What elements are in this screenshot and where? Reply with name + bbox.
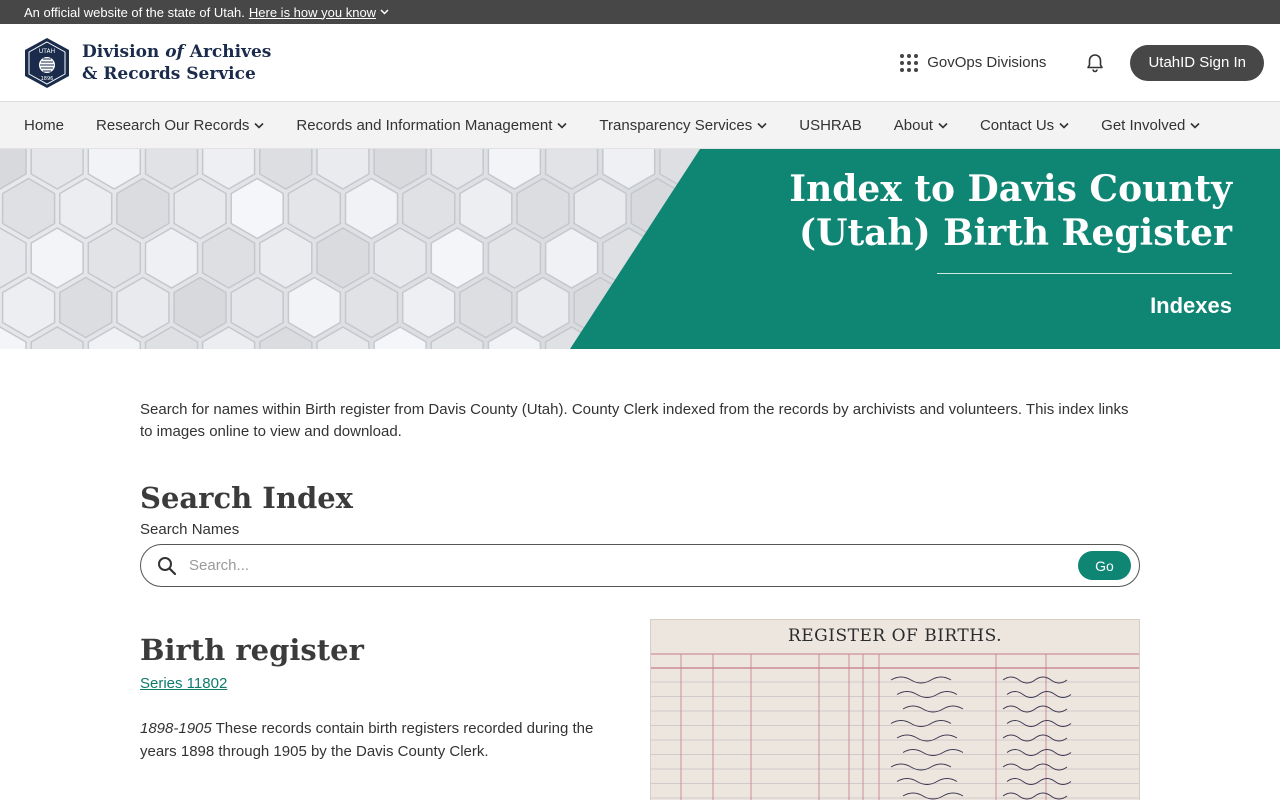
nav-item-label: About <box>893 116 933 134</box>
grid-dots-icon <box>900 53 919 72</box>
chevron-down-icon <box>254 122 264 129</box>
record-info: Birth register Series 11802 1898-1905 Th… <box>140 633 610 763</box>
search-input[interactable] <box>189 557 1078 574</box>
hero-banner: Index to Davis County (Utah) Birth Regis… <box>0 149 1280 349</box>
page-title: Index to Davis County (Utah) Birth Regis… <box>672 167 1232 255</box>
nav-item-label: USHRAB <box>799 116 862 134</box>
search-index-heading: Search Index <box>140 481 353 515</box>
logo-line-records: & Records Service <box>82 63 256 84</box>
series-link[interactable]: Series 11802 <box>140 675 227 692</box>
chevron-down-icon <box>757 122 767 129</box>
date-range: 1898-1905 <box>140 720 212 737</box>
search-bar: Go <box>140 544 1140 587</box>
search-icon <box>158 556 177 575</box>
nav-item-get-involved[interactable]: Get Involved <box>1101 117 1200 134</box>
chevron-down-icon <box>1059 122 1069 129</box>
nav-item-ushrab[interactable]: USHRAB <box>799 117 862 134</box>
nav-item-about[interactable]: About <box>894 117 948 134</box>
intro-paragraph: Search for names within Birth register f… <box>140 401 1129 440</box>
go-button[interactable]: Go <box>1078 551 1131 580</box>
main-nav: Home Research Our Records Records and Info… <box>0 102 1280 149</box>
svg-text:UTAH: UTAH <box>39 48 55 55</box>
site-header: UTAH 1896 Division of Archives & Records… <box>0 24 1280 102</box>
chevron-down-icon <box>380 9 389 15</box>
page-category: Indexes <box>1150 293 1232 318</box>
nav-item-label: Contact Us <box>979 116 1055 134</box>
official-website-text: An official website of the state of Utah… <box>24 4 245 20</box>
birth-register-heading: Birth register <box>140 633 364 667</box>
register-image-title: REGISTER OF BIRTHS. <box>787 626 1003 646</box>
chevron-down-icon <box>557 122 567 129</box>
header-actions: GovOps Divisions UtahID Sign In <box>900 44 1264 81</box>
utah-seal-icon: UTAH 1896 <box>25 37 69 88</box>
official-website-banner: An official website of the state of Utah… <box>0 0 1280 24</box>
search-names-label: Search Names <box>140 521 240 538</box>
nav-item-records-and-information-management[interactable]: Records and Information Management <box>296 117 567 134</box>
govops-divisions-label: GovOps Divisions <box>927 54 1047 71</box>
bell-icon[interactable] <box>1084 52 1106 74</box>
register-of-births-image[interactable]: REGISTER OF BIRTHS. <box>650 619 1140 800</box>
nav-item-transparency-services[interactable]: Transparency Services <box>599 117 767 134</box>
logo-word-archives: Archives <box>189 41 272 62</box>
logo-word-of: of <box>165 41 184 62</box>
govops-divisions-button[interactable]: GovOps Divisions <box>900 53 1047 72</box>
record-description: 1898-1905 These records contain birth re… <box>140 717 610 763</box>
nav-item-label: Home <box>24 116 65 134</box>
nav-item-contact-us[interactable]: Contact Us <box>980 117 1069 134</box>
nav-item-label: Research Our Records <box>96 116 250 134</box>
nav-item-research-our-records[interactable]: Research Our Records <box>96 117 264 134</box>
svg-text:1896: 1896 <box>41 76 54 82</box>
utahid-sign-in-button[interactable]: UtahID Sign In <box>1130 44 1264 81</box>
nav-item-label: Transparency Services <box>599 116 753 134</box>
page-title-line-1: Index to Davis County <box>789 168 1232 210</box>
main-content: Search for names within Birth register f… <box>140 399 1140 800</box>
page-title-line-2: (Utah) Birth Register <box>799 212 1232 254</box>
nav-item-label: Records and Information Management <box>296 116 553 134</box>
hero-divider <box>937 273 1232 274</box>
nav-item-label: Get Involved <box>1101 116 1186 134</box>
logo-word-division: Division <box>82 41 160 62</box>
chevron-down-icon <box>1190 122 1200 129</box>
record-section: Birth register Series 11802 1898-1905 Th… <box>140 619 1140 800</box>
site-logo[interactable]: UTAH 1896 Division of Archives & Records… <box>24 37 271 89</box>
chevron-down-icon <box>938 122 948 129</box>
ledger-page-image <box>651 653 1139 800</box>
how-you-know-label: Here is how you know <box>248 4 377 20</box>
nav-item-home[interactable]: Home <box>24 117 64 134</box>
logo-wordmark: Division of Archives & Records Service <box>82 41 271 85</box>
how-you-know-link[interactable]: Here is how you know <box>249 5 389 20</box>
